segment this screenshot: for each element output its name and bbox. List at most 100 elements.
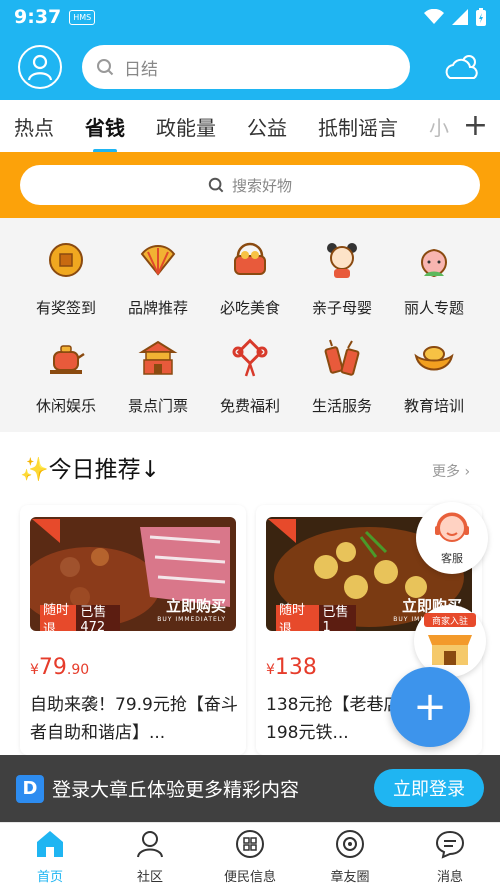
category-welfare[interactable]: 免费福利	[204, 338, 296, 416]
fan-icon	[140, 245, 176, 276]
price-int: 79	[38, 655, 67, 680]
home-icon	[37, 831, 63, 857]
category-label: 免费福利	[219, 397, 280, 415]
category-label: 品牌推荐	[127, 299, 188, 317]
weather-icon[interactable]	[444, 52, 482, 82]
category-label: 有奖签到	[35, 299, 96, 317]
bottom-nav: 首页 社区 便民信息 章友圈 消息	[0, 822, 500, 888]
goods-search-band: 搜索好物	[0, 152, 500, 218]
nav-messages[interactable]: 消息	[410, 829, 490, 885]
price-int: 138	[274, 655, 317, 680]
search-input[interactable]: 日结	[82, 45, 410, 89]
buy-en-label: BUY IMMEDIATELY	[157, 616, 226, 623]
nav-label: 首页	[36, 870, 63, 885]
merchant-join-button[interactable]: 商家入驻	[414, 605, 486, 677]
info-icon	[236, 830, 264, 858]
child-icon	[327, 243, 357, 278]
avatar[interactable]	[18, 45, 62, 89]
status-time: 9:37	[14, 6, 62, 28]
login-banner: D 登录大章丘体验更多精彩内容 立即登录	[0, 755, 500, 822]
signal-icon	[452, 9, 468, 25]
category-brand[interactable]: 品牌推荐	[112, 240, 204, 318]
refund-label: 随时退	[279, 603, 306, 631]
search-icon	[208, 177, 224, 193]
category-label: 生活服务	[311, 397, 372, 415]
sold-count: 已售1	[318, 605, 356, 631]
search-placeholder: 日结	[124, 59, 158, 80]
status-bar: 9:37 HMS	[0, 0, 500, 34]
category-tickets[interactable]: 景点门票	[112, 338, 204, 416]
refund-tag: 随时退 已售472	[40, 603, 120, 631]
category-services[interactable]: 生活服务	[296, 338, 388, 416]
goods-search-placeholder: 搜索好物	[231, 176, 292, 195]
circle-icon	[336, 830, 364, 858]
price: ¥79.90	[30, 655, 89, 680]
category-parenting[interactable]: 亲子母婴	[296, 240, 388, 318]
recommend-more-link[interactable]: 更多 ›	[432, 461, 470, 481]
teapot-icon	[50, 345, 85, 374]
shop-badge: 商家入驻	[432, 615, 468, 627]
buy-label: 立即购买	[165, 597, 226, 615]
login-button[interactable]: 立即登录	[374, 769, 484, 807]
nav-label: 社区	[136, 870, 163, 885]
tab-more-partial[interactable]: 小	[429, 112, 449, 141]
price: ¥138	[266, 655, 317, 680]
more-label: 更多	[432, 464, 460, 480]
nav-community[interactable]: 社区	[110, 829, 190, 885]
product-card[interactable]: 随时退 已售472 立即购买 BUY IMMEDIATELY ¥79.90 自助…	[20, 505, 246, 755]
service-label: 客服	[441, 552, 463, 565]
category-tabs: 热点 省钱 政能量 公益 抵制谣言 小	[0, 100, 500, 153]
tab-charity[interactable]: 公益	[247, 112, 287, 141]
wifi-icon	[424, 9, 444, 24]
product-desc: 自助来袭！79.9元抢【奋斗者自助和谐店】...	[30, 695, 238, 743]
category-label: 亲子母婴	[311, 299, 372, 317]
tab-rumor[interactable]: 抵制谣言	[318, 112, 398, 141]
category-label: 景点门票	[127, 397, 188, 415]
basket-icon	[234, 242, 266, 275]
tab-hot[interactable]: 热点	[14, 112, 54, 141]
chevron-right-icon: ›	[464, 464, 471, 480]
firecracker-icon	[324, 339, 360, 376]
community-icon	[137, 831, 163, 858]
app-header: 日结	[0, 34, 500, 100]
add-tab-button[interactable]: +	[463, 111, 488, 141]
nav-info[interactable]: 便民信息	[210, 829, 290, 885]
recommend-title: ✨今日推荐↓	[20, 457, 160, 483]
message-icon	[435, 830, 465, 859]
category-beauty[interactable]: 丽人专题	[388, 240, 480, 318]
battery-icon	[476, 8, 486, 26]
category-grid: 有奖签到 品牌推荐 必吃美食 亲子母婴 丽人专题 休闲娱乐 景点门票 免费福利 …	[0, 218, 500, 432]
shop-icon: 商家入驻	[424, 613, 476, 665]
refund-label: 随时退	[43, 603, 70, 631]
tab-politics[interactable]: 政能量	[156, 112, 216, 141]
knot-icon	[232, 338, 268, 377]
category-label: 必吃美食	[219, 299, 280, 317]
product-image: 随时退 已售472 立即购买 BUY IMMEDIATELY	[30, 517, 236, 631]
category-checkin[interactable]: 有奖签到	[20, 240, 112, 318]
category-leisure[interactable]: 休闲娱乐	[20, 338, 112, 416]
status-icons	[424, 8, 486, 26]
coin-icon	[49, 243, 83, 277]
nav-label: 便民信息	[223, 870, 276, 885]
customer-service-button[interactable]: 客服	[416, 502, 488, 574]
add-fab-button[interactable]: +	[390, 667, 470, 747]
nav-label: 消息	[436, 870, 463, 885]
nav-home[interactable]: 首页	[10, 829, 90, 885]
currency-symbol: ¥	[266, 662, 275, 678]
hms-badge: HMS	[69, 9, 96, 25]
temple-icon	[138, 340, 178, 375]
nav-circle[interactable]: 章友圈	[310, 829, 390, 885]
banner-text: 登录大章丘体验更多精彩内容	[52, 779, 300, 801]
ingot-icon	[414, 346, 454, 371]
price-dec: .90	[66, 662, 90, 678]
buy-now-label: 立即购买 BUY IMMEDIATELY	[157, 595, 226, 623]
goods-search-input[interactable]: 搜索好物	[20, 165, 480, 205]
app-logo: D	[16, 774, 44, 803]
currency-symbol: ¥	[30, 662, 39, 678]
tab-save-money[interactable]: 省钱	[85, 112, 125, 153]
headset-icon	[435, 512, 469, 542]
category-education[interactable]: 教育培训	[388, 338, 480, 416]
sold-count: 已售472	[76, 605, 120, 631]
category-food[interactable]: 必吃美食	[204, 240, 296, 318]
category-label: 丽人专题	[403, 299, 464, 317]
